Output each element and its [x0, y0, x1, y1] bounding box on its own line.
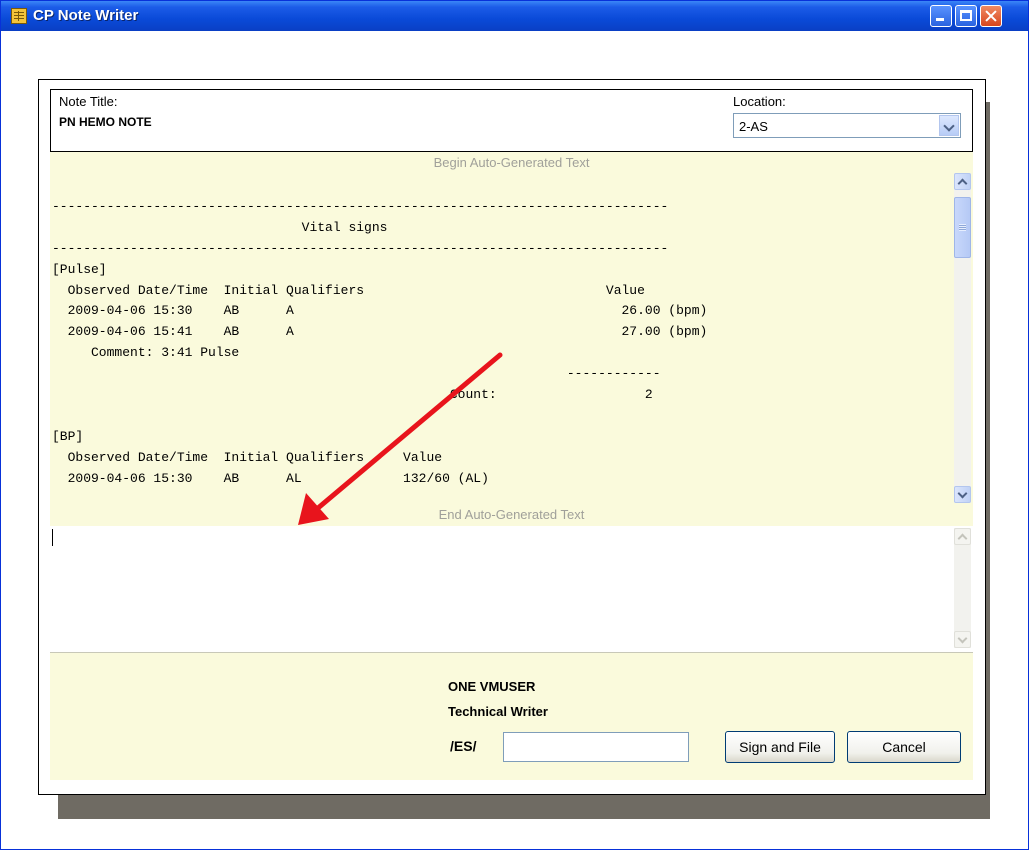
es-label: /ES/: [450, 738, 477, 754]
signature-panel: ONE VMUSER Technical Writer /ES/ Sign an…: [50, 653, 973, 780]
minimize-icon: [931, 6, 951, 26]
title-bar[interactable]: CP Note Writer: [1, 1, 1028, 31]
signer-name: ONE VMUSER: [448, 679, 536, 694]
scroll-up-button[interactable]: [954, 173, 971, 190]
location-value: 2-AS: [739, 119, 768, 134]
cancel-button[interactable]: Cancel: [847, 731, 961, 763]
notebook-icon: [11, 8, 27, 24]
scroll-down-button[interactable]: [954, 486, 971, 503]
maximize-button[interactable]: [955, 5, 977, 27]
close-button[interactable]: [980, 5, 1002, 27]
location-label: Location:: [733, 94, 786, 109]
es-signature-input[interactable]: [503, 732, 689, 762]
auto-generated-text[interactable]: ----------------------------------------…: [52, 176, 942, 496]
window-title: CP Note Writer: [33, 7, 139, 24]
auto-text-scrollbar[interactable]: [954, 173, 971, 503]
editor-scroll-up-button[interactable]: [954, 528, 971, 545]
note-body-editor[interactable]: [50, 526, 973, 652]
signer-title: Technical Writer: [448, 704, 548, 719]
note-dialog: Note Title: PN HEMO NOTE Location: 2-AS …: [38, 79, 986, 795]
note-title-label: Note Title:: [59, 94, 118, 109]
maximize-icon: [956, 6, 976, 26]
begin-auto-text-label: Begin Auto-Generated Text: [433, 155, 590, 170]
editor-scroll-down-button[interactable]: [954, 631, 971, 648]
close-icon: [981, 6, 1001, 26]
text-caret: [52, 529, 53, 546]
auto-generated-text-area: Begin Auto-Generated Text --------------…: [50, 152, 973, 526]
chevron-down-icon[interactable]: [939, 115, 959, 136]
editor-scrollbar[interactable]: [954, 528, 971, 648]
sign-and-file-button[interactable]: Sign and File: [725, 731, 835, 763]
minimize-button[interactable]: [930, 5, 952, 27]
scroll-thumb[interactable]: [954, 197, 971, 258]
note-header: Note Title: PN HEMO NOTE Location: 2-AS: [50, 89, 973, 152]
location-dropdown[interactable]: 2-AS: [733, 113, 961, 138]
note-title-value: PN HEMO NOTE: [59, 115, 152, 129]
end-auto-text-label: End Auto-Generated Text: [438, 507, 585, 522]
